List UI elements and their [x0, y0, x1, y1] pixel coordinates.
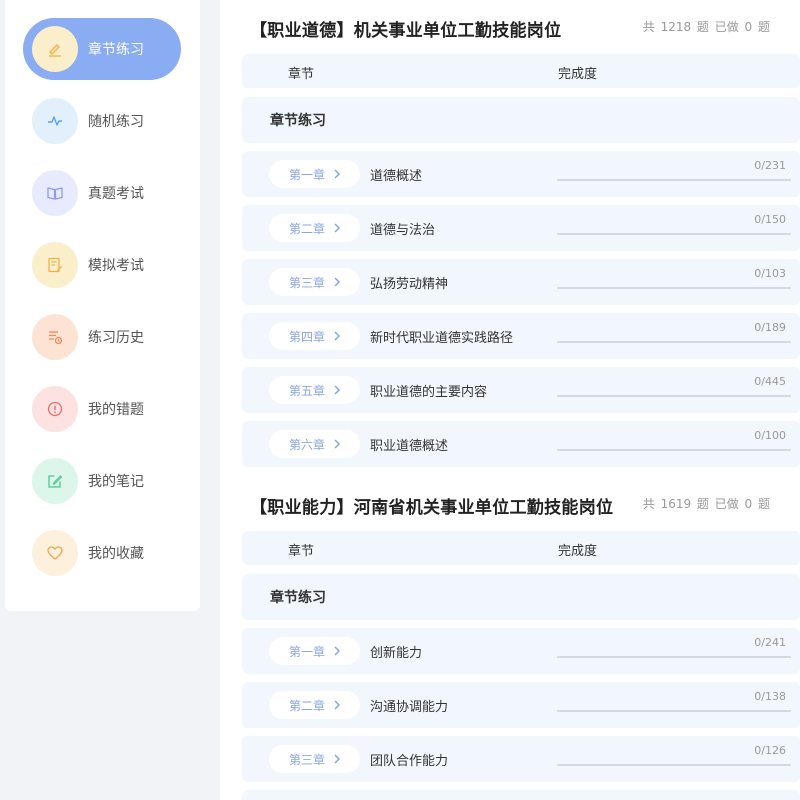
column-header-progress: 完成度 [558, 67, 598, 82]
chapter-name: 道德与法治 [370, 223, 436, 238]
section-stats: 共 1619 题 已做 0 题 [642, 497, 770, 511]
chapter-group-header: 章节练习 [242, 97, 800, 143]
section-title: 【职业能力】河南省机关事业单位工勤技能岗位 [250, 498, 614, 518]
book-icon [32, 170, 78, 216]
heart-icon [32, 530, 78, 576]
sidebar-item-my-notes[interactable]: 我的笔记 [23, 450, 181, 512]
note-edit-icon [32, 458, 78, 504]
table-header: 章节 完成度 [242, 531, 800, 565]
chapter-count: 0/126 [754, 744, 786, 757]
table-header: 章节 完成度 [242, 54, 800, 88]
chapter-tag-button[interactable]: 第二章 [269, 691, 360, 719]
sidebar-item-label: 我的收藏 [88, 546, 144, 562]
column-header-chapter: 章节 [288, 67, 315, 82]
chevron-right-icon [334, 646, 341, 656]
chapter-count: 0/100 [754, 429, 786, 442]
chapter-count: 0/150 [754, 213, 786, 226]
chapter-row[interactable]: 第一章 道德概述 0/231 [242, 151, 800, 197]
sidebar-item-label: 模拟考试 [88, 258, 144, 274]
chapter-name: 团队合作能力 [370, 754, 449, 769]
pulse-icon [32, 98, 78, 144]
sidebar-item-label: 练习历史 [88, 330, 144, 346]
chapter-row[interactable]: 第一章 创新能力 0/241 [242, 628, 800, 674]
sidebar-item-my-mistakes[interactable]: 我的错题 [23, 378, 181, 440]
sidebar-item-label: 真题考试 [88, 186, 144, 202]
chapter-row[interactable]: 第二章 沟通协调能力 0/138 [242, 682, 800, 728]
chapter-name: 职业道德概述 [370, 439, 449, 454]
chapter-count: 0/445 [754, 375, 786, 388]
chapter-count: 0/103 [754, 267, 786, 280]
chapter-name: 道德概述 [370, 169, 423, 184]
progress-bar [557, 233, 791, 235]
edit-doc-icon [32, 242, 78, 288]
sidebar-item-label: 随机练习 [88, 114, 144, 130]
chevron-right-icon [334, 169, 341, 179]
chevron-right-icon [334, 754, 341, 764]
chevron-right-icon [334, 331, 341, 341]
chevron-right-icon [334, 385, 341, 395]
section-title: 【职业道德】机关事业单位工勤技能岗位 [250, 21, 562, 41]
sidebar-item-chapter-practice[interactable]: 章节练习 [23, 18, 181, 80]
progress-bar [557, 710, 791, 712]
chapter-group-header: 章节练习 [242, 574, 800, 620]
chapter-count: 0/231 [754, 159, 786, 172]
history-list-icon [32, 314, 78, 360]
chapter-tag-button[interactable]: 第二章 [269, 214, 360, 242]
chapter-name: 沟通协调能力 [370, 700, 449, 715]
chapter-name: 创新能力 [370, 646, 423, 661]
chapter-row[interactable]: 第六章 职业道德概述 0/100 [242, 421, 800, 467]
sidebar-item-random-practice[interactable]: 随机练习 [23, 90, 181, 152]
chapter-name: 弘扬劳动精神 [370, 277, 449, 292]
progress-bar [557, 656, 791, 658]
chapter-row[interactable]: 第五章 职业道德的主要内容 0/445 [242, 367, 800, 413]
section-stats: 共 1218 题 已做 0 题 [642, 20, 770, 34]
chapter-row[interactable]: 第二章 道德与法治 0/150 [242, 205, 800, 251]
sidebar: 章节练习 随机练习 真题考试 模拟考试 练习历史 我的错题 我的笔记 我的收藏 [5, 0, 200, 611]
progress-bar [557, 764, 791, 766]
sidebar-item-mock-exam[interactable]: 模拟考试 [23, 234, 181, 296]
chapter-count: 0/241 [754, 636, 786, 649]
chapter-tag-button[interactable]: 第三章 [269, 268, 360, 296]
main-content: 【职业道德】机关事业单位工勤技能岗位 共 1218 题 已做 0 题 章节 完成… [220, 0, 800, 800]
chapter-tag-button[interactable]: 第四章 [269, 322, 360, 350]
sidebar-item-my-favorites[interactable]: 我的收藏 [23, 522, 181, 584]
chevron-right-icon [334, 700, 341, 710]
sidebar-item-label: 章节练习 [88, 42, 144, 58]
column-header-progress: 完成度 [558, 544, 598, 559]
progress-bar [557, 341, 791, 343]
sidebar-item-label: 我的笔记 [88, 474, 144, 490]
progress-bar [557, 179, 791, 181]
chevron-right-icon [334, 439, 341, 449]
chapter-tag-button[interactable]: 第一章 [269, 160, 360, 188]
alert-circle-icon [32, 386, 78, 432]
chapter-count: 0/138 [754, 690, 786, 703]
pencil-icon [32, 26, 78, 72]
sidebar-item-real-exam[interactable]: 真题考试 [23, 162, 181, 224]
chapter-row[interactable] [242, 790, 800, 800]
sidebar-item-practice-history[interactable]: 练习历史 [23, 306, 181, 368]
sidebar-item-label: 我的错题 [88, 402, 144, 418]
chapter-tag-button[interactable]: 第三章 [269, 745, 360, 773]
chapter-tag-button[interactable]: 第一章 [269, 637, 360, 665]
chapter-row[interactable]: 第三章 团队合作能力 0/126 [242, 736, 800, 782]
chevron-right-icon [334, 277, 341, 287]
chapter-name: 新时代职业道德实践路径 [370, 331, 514, 346]
column-header-chapter: 章节 [288, 544, 315, 559]
chapter-row[interactable]: 第三章 弘扬劳动精神 0/103 [242, 259, 800, 305]
chapter-tag-button[interactable]: 第五章 [269, 376, 360, 404]
chapter-count: 0/189 [754, 321, 786, 334]
progress-bar [557, 395, 791, 397]
chapter-row[interactable]: 第四章 新时代职业道德实践路径 0/189 [242, 313, 800, 359]
chapter-tag-button[interactable]: 第六章 [269, 430, 360, 458]
progress-bar [557, 287, 791, 289]
chevron-right-icon [334, 223, 341, 233]
chapter-name: 职业道德的主要内容 [370, 385, 488, 400]
progress-bar [557, 449, 791, 451]
